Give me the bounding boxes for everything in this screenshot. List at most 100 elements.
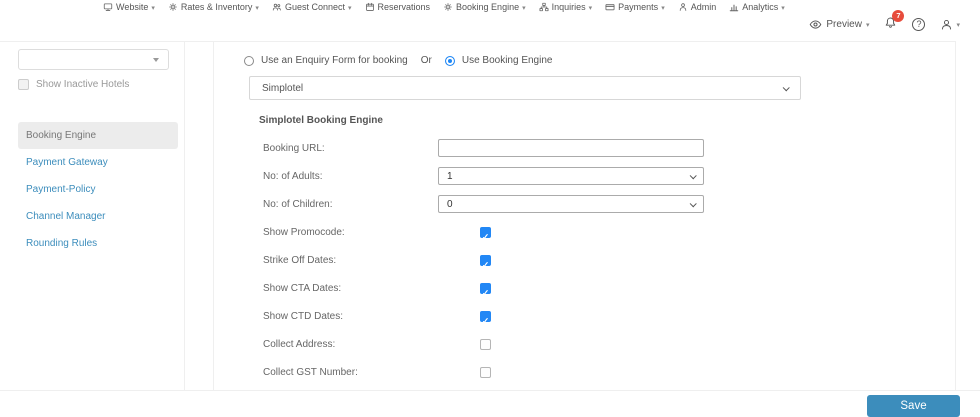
user-menu[interactable] [940,18,960,31]
field-label: Booking URL: [263,142,325,154]
show-inactive-hotels: Show Inactive Hotels [18,79,129,90]
sidebar-menu: Booking Engine Payment Gateway Payment-P… [18,122,178,257]
sidebar-item-payment-policy[interactable]: Payment-Policy [18,176,178,203]
preview-label: Preview [826,18,862,30]
field-label: Show CTD Dates: [263,310,344,322]
booking-engine-select-value: Simplotel [262,82,304,94]
sitemap-icon [539,2,549,11]
sidebar-item-label: Rounding Rules [26,238,98,249]
show-promocode-checkbox[interactable] [480,226,491,238]
collect-gst-checkbox[interactable] [480,366,491,378]
people-icon [272,3,281,11]
preview-dropdown[interactable]: Preview [809,18,869,31]
eye-icon [810,19,822,29]
booking-url-input[interactable] [438,139,704,157]
hotel-select[interactable] [18,49,169,70]
notifications-button[interactable]: 7 [884,10,905,32]
top-navigation: Website Rates & Inventory Guest Connect … [103,0,785,13]
person-icon [679,2,686,11]
sidebar-item-rounding-rules[interactable]: Rounding Rules [18,230,178,257]
collect-address-checkbox[interactable] [480,338,491,350]
sidebar-item-payment-gateway[interactable]: Payment Gateway [18,149,178,176]
help-button[interactable] [912,17,926,31]
nav-item-guest-connect[interactable]: Guest Connect [272,2,352,12]
nav-item-rates-inventory[interactable]: Rates & Inventory [168,2,259,12]
nav-item-label: Website [116,1,149,12]
nav-item-label: Inquiries [551,1,586,12]
field-label: Collect Address: [263,338,336,350]
nav-item-website[interactable]: Website [103,2,155,12]
nav-item-booking-engine[interactable]: Booking Engine [443,2,526,12]
chevron-down-icon [153,57,159,62]
gear-icon [444,2,452,11]
nav-item-label: Reservations [377,1,431,12]
show-inactive-checkbox[interactable] [18,79,29,90]
sidebar-item-label: Channel Manager [26,211,106,222]
sidebar-item-label: Booking Engine [26,130,97,141]
adults-select[interactable]: 1 [438,167,704,185]
user-icon [942,19,952,29]
form-row-adults: No: of Adults: 1 [263,162,704,190]
nav-item-label: Analytics [742,1,779,12]
nav-item-analytics[interactable]: Analytics [729,2,785,12]
chevron-down-icon [151,2,155,12]
booking-engine-form: Booking URL: No: of Adults: 1 No: of Chi… [263,134,704,386]
sidebar-item-channel-manager[interactable]: Channel Manager [18,203,178,230]
gear-icon [169,2,177,11]
booking-engine-radio[interactable] [444,55,455,66]
children-select-value: 0 [447,198,453,210]
nav-item-label: Rates & Inventory [180,1,253,12]
notification-badge: 7 [892,10,905,22]
form-row-collect-gst: Collect GST Number: [263,358,704,386]
chevron-down-icon [661,2,665,12]
sidebar-item-label: Payment Gateway [26,157,108,168]
enquiry-form-radio[interactable] [244,55,254,66]
form-row-show-ctd-dates: Show CTD Dates: [263,302,704,330]
enquiry-form-radio-label: Use an Enquiry Form for booking [261,55,408,66]
show-ctd-dates-checkbox[interactable] [480,310,491,322]
page: Website Rates & Inventory Guest Connect … [0,0,980,417]
nav-item-label: Guest Connect [284,1,345,12]
field-label: Collect GST Number: [263,366,358,378]
content-bottom-divider [0,390,980,391]
booking-engine-radio-label: Use Booking Engine [461,55,553,66]
nav-item-label: Payments [618,1,659,12]
booking-mode-radios: Use an Enquiry Form for booking Or Use B… [244,55,552,66]
form-row-collect-address: Collect Address: [263,330,704,358]
children-select[interactable]: 0 [438,195,704,213]
show-cta-dates-checkbox[interactable] [480,282,491,294]
sidebar-item-label: Payment-Policy [26,184,96,195]
form-row-show-cta-dates: Show CTA Dates: [263,274,704,302]
nav-item-reservations[interactable]: Reservations [365,1,431,12]
chevron-down-icon [522,2,526,12]
nav-item-label: Admin [690,1,717,12]
card-icon [605,3,615,10]
chevron-down-icon [956,19,960,30]
field-label: No: of Children: [263,198,333,210]
or-label: Or [420,55,432,66]
form-row-booking-url: Booking URL: [263,134,704,162]
chevron-down-icon [689,199,697,207]
nav-item-payments[interactable]: Payments [605,2,665,12]
chart-icon [729,4,739,11]
chevron-down-icon [689,171,697,179]
nav-item-label: Booking Engine [456,1,520,12]
field-label: No: of Adults: [263,170,323,182]
field-label: Show CTA Dates: [263,282,342,294]
section-title: Simplotel Booking Engine [259,115,383,126]
adults-select-value: 1 [447,170,453,182]
nav-item-admin[interactable]: Admin [678,1,717,12]
calendar-icon [365,2,374,11]
chevron-down-icon [589,2,593,12]
nav-item-inquiries[interactable]: Inquiries [539,2,593,12]
sidebar: Show Inactive Hotels Booking Engine Paym… [0,42,185,390]
booking-engine-select[interactable]: Simplotel [249,76,801,100]
save-button[interactable]: Save [867,395,960,417]
main-panel: Use an Enquiry Form for booking Or Use B… [213,42,956,390]
chevron-down-icon [782,83,790,91]
strike-off-dates-checkbox[interactable] [480,254,491,266]
chevron-down-icon [255,2,259,12]
chevron-down-icon [866,19,870,30]
monitor-icon [103,2,113,11]
sidebar-item-booking-engine[interactable]: Booking Engine [18,122,178,149]
